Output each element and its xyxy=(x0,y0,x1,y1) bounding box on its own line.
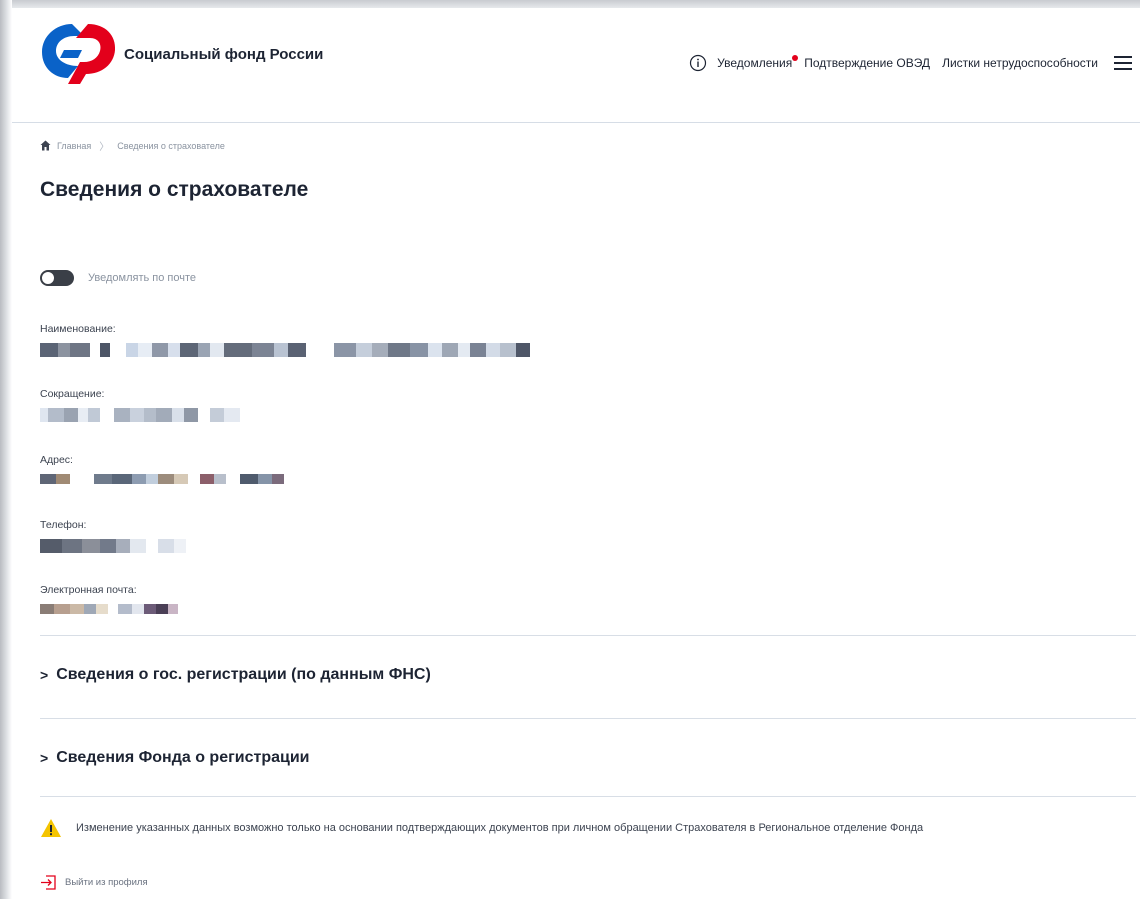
logout-label: Выйти из профиля xyxy=(65,877,148,888)
section-fund-registration[interactable]: > Сведения Фонда о регистрации xyxy=(40,749,310,767)
info-note-text: Изменение указанных данных возможно толь… xyxy=(76,822,924,834)
divider xyxy=(40,796,1136,797)
chevron-right-icon: > xyxy=(40,750,49,766)
field-short-name: Сокращение: xyxy=(40,388,240,422)
notify-by-email-toggle[interactable] xyxy=(40,270,74,286)
field-email-label: Электронная почта: xyxy=(40,584,137,596)
nav-sick-leave[interactable]: Листки нетрудоспособности xyxy=(942,56,1098,70)
field-short-name-value-redacted xyxy=(40,408,240,422)
nav-oved-confirmation[interactable]: Подтверждение ОВЭД xyxy=(804,56,930,70)
field-phone: Телефон: xyxy=(40,519,186,553)
page-title: Сведения о страхователе xyxy=(40,178,309,201)
notify-toggle-row: Уведомлять по почте xyxy=(40,270,196,286)
divider xyxy=(40,718,1136,719)
window-frame-left xyxy=(0,0,12,899)
breadcrumb-home[interactable]: Главная xyxy=(57,141,91,151)
field-short-name-label: Сокращение: xyxy=(40,388,105,400)
logout-link[interactable]: Выйти из профиля xyxy=(40,874,148,891)
field-name-label: Наименование: xyxy=(40,323,116,335)
nav-notifications[interactable]: Уведомления xyxy=(717,55,799,70)
field-address-label: Адрес: xyxy=(40,454,73,466)
field-address-value-redacted xyxy=(40,474,284,484)
section-fns-registration[interactable]: > Сведения о гос. регистрации (по данным… xyxy=(40,666,431,684)
nav-notifications-label: Уведомления xyxy=(717,56,793,70)
breadcrumb: Главная 〉 Сведения о страхователе xyxy=(40,138,225,153)
info-note: Изменение указанных данных возможно толь… xyxy=(40,818,923,838)
brand-name[interactable]: Социальный фонд России xyxy=(124,46,323,63)
field-phone-label: Телефон: xyxy=(40,519,87,531)
divider xyxy=(40,635,1136,636)
field-email: Электронная почта: xyxy=(40,584,178,614)
field-address: Адрес: xyxy=(40,454,284,484)
top-navigation: Уведомления Подтверждение ОВЭД Листки не… xyxy=(689,54,1132,72)
notify-toggle-label: Уведомлять по почте xyxy=(88,272,196,284)
hamburger-menu-icon[interactable] xyxy=(1114,56,1132,70)
info-icon[interactable] xyxy=(689,54,707,72)
home-icon[interactable] xyxy=(40,140,51,151)
header: Социальный фонд России Уведомления Подтв… xyxy=(12,8,1140,123)
field-email-value-redacted xyxy=(40,604,178,614)
field-phone-value-redacted xyxy=(40,539,186,553)
toggle-knob xyxy=(41,271,55,285)
section-fund-registration-title: Сведения Фонда о регистрации xyxy=(56,749,310,766)
section-fns-registration-title: Сведения о гос. регистрации (по данным Ф… xyxy=(56,666,431,683)
sfr-logo[interactable] xyxy=(38,20,118,86)
chevron-right-icon: > xyxy=(40,667,49,683)
warning-icon xyxy=(41,819,61,837)
field-name: Наименование: xyxy=(40,323,530,357)
breadcrumb-separator: 〉 xyxy=(99,142,110,153)
notification-dot xyxy=(792,55,799,61)
page: Социальный фонд России Уведомления Подтв… xyxy=(12,8,1140,899)
field-name-value-redacted xyxy=(40,343,530,357)
logout-icon xyxy=(41,875,56,890)
breadcrumb-current: Сведения о страхователе xyxy=(117,140,225,151)
